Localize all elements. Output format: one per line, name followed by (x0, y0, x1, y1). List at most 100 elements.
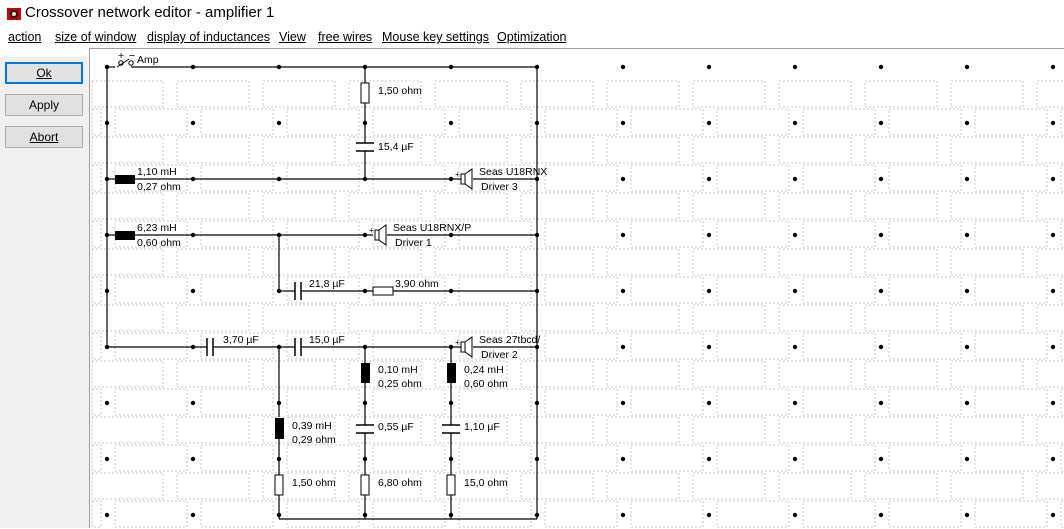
grid-dot[interactable] (620, 64, 626, 70)
grid-cell (974, 388, 1048, 416)
menu-optimization[interactable]: Optimization (497, 30, 566, 44)
abort-button[interactable]: Abort (5, 126, 83, 148)
grid-dot[interactable] (792, 232, 798, 238)
grid-dot[interactable] (1050, 120, 1056, 126)
grid-dot[interactable] (706, 64, 712, 70)
inductor-l3[interactable]: 0,10 mH 0,25 ohm (361, 363, 422, 390)
resistor-r3[interactable]: 1,50 ohm (274, 474, 336, 496)
capacitor-c4[interactable]: 15,0 µF (294, 334, 345, 356)
grid-dot[interactable] (1050, 288, 1056, 294)
grid-dot[interactable] (1050, 64, 1056, 70)
grid-dot[interactable] (104, 456, 110, 462)
l4-resistance: 0,60 ohm (464, 378, 508, 390)
grid-dot[interactable] (792, 120, 798, 126)
grid-dot[interactable] (104, 400, 110, 406)
capacitor-c3[interactable]: 3,70 µF (206, 334, 259, 356)
grid-dot[interactable] (964, 400, 970, 406)
grid-cell (950, 192, 1024, 220)
grid-dot[interactable] (964, 176, 970, 182)
grid-dot[interactable] (792, 456, 798, 462)
grid-dot[interactable] (706, 176, 712, 182)
grid-dot[interactable] (792, 344, 798, 350)
l3-value: 0,10 mH (378, 364, 418, 376)
grid-dot[interactable] (706, 344, 712, 350)
grid-dot[interactable] (964, 120, 970, 126)
grid-dot[interactable] (706, 232, 712, 238)
grid-dot[interactable] (878, 288, 884, 294)
grid-dot[interactable] (1050, 400, 1056, 406)
resistor-r2[interactable]: 3,90 ohm (372, 278, 439, 296)
grid-dot[interactable] (620, 288, 626, 294)
grid-dot[interactable] (878, 64, 884, 70)
grid-dot[interactable] (1050, 512, 1056, 518)
grid-dot[interactable] (792, 512, 798, 518)
grid-dot[interactable] (964, 232, 970, 238)
grid-cell (888, 500, 962, 528)
apply-button-label: Apply (28, 98, 60, 112)
grid-dot[interactable] (706, 288, 712, 294)
capacitor-c2[interactable]: 21,8 µF (294, 278, 345, 300)
grid-dot[interactable] (706, 120, 712, 126)
grid-dot[interactable] (190, 120, 196, 126)
grid-dot[interactable] (190, 288, 196, 294)
grid-dot[interactable] (190, 400, 196, 406)
grid-dot[interactable] (964, 344, 970, 350)
grid-cell (888, 220, 962, 248)
grid-cell (888, 388, 962, 416)
grid-dot[interactable] (620, 344, 626, 350)
grid-dot[interactable] (448, 120, 454, 126)
circuit-diagram[interactable]: + − Amp 1,50 ohm 15,4 µF 1,10 mH 0,27 oh… (90, 49, 1064, 529)
inductor-l5[interactable]: 0,39 mH 0,29 ohm (275, 418, 336, 446)
grid-dot[interactable] (964, 456, 970, 462)
grid-dot[interactable] (104, 512, 110, 518)
grid-dot[interactable] (190, 512, 196, 518)
grid-cell (458, 108, 532, 136)
grid-dot[interactable] (1050, 232, 1056, 238)
grid-dot[interactable] (1050, 176, 1056, 182)
apply-button[interactable]: Apply (5, 94, 83, 116)
grid-dot[interactable] (706, 512, 712, 518)
grid-dot[interactable] (878, 456, 884, 462)
capacitor-c1[interactable]: 15,4 µF (356, 141, 414, 153)
grid-cell (778, 360, 852, 388)
grid-dot[interactable] (620, 120, 626, 126)
grid-dot[interactable] (792, 288, 798, 294)
grid-dot[interactable] (1050, 456, 1056, 462)
grid-dot[interactable] (792, 176, 798, 182)
grid-cell (458, 388, 532, 416)
grid-dot[interactable] (706, 400, 712, 406)
grid-dot[interactable] (276, 120, 282, 126)
grid-dot[interactable] (620, 512, 626, 518)
grid-dot[interactable] (878, 176, 884, 182)
grid-dot[interactable] (878, 232, 884, 238)
menu-mouse-key-settings[interactable]: Mouse key settings (382, 30, 489, 44)
menu-action[interactable]: action (8, 30, 41, 44)
resistor-r1[interactable]: 1,50 ohm (360, 82, 422, 104)
menu-display-of-inductances[interactable]: display of inductances (147, 30, 270, 44)
menu-view[interactable]: View (279, 30, 306, 44)
grid-dot[interactable] (878, 400, 884, 406)
grid-dot[interactable] (620, 232, 626, 238)
grid-dot[interactable] (792, 64, 798, 70)
grid-dot[interactable] (620, 176, 626, 182)
circuit-canvas[interactable]: + − Amp 1,50 ohm 15,4 µF 1,10 mH 0,27 oh… (89, 48, 1064, 528)
grid-dot[interactable] (878, 512, 884, 518)
menu-size-of-window[interactable]: size of window (55, 30, 136, 44)
grid-dot[interactable] (878, 120, 884, 126)
inductor-l4[interactable]: 0,24 mH 0,60 ohm (447, 363, 508, 390)
grid-dot[interactable] (964, 512, 970, 518)
resistor-r4[interactable]: 6,80 ohm (360, 474, 422, 496)
grid-dot[interactable] (1050, 344, 1056, 350)
menu-free-wires[interactable]: free wires (318, 30, 372, 44)
grid-dot[interactable] (190, 456, 196, 462)
grid-dot[interactable] (964, 64, 970, 70)
grid-dot[interactable] (878, 344, 884, 350)
resistor-r5[interactable]: 15,0 ohm (446, 474, 508, 496)
grid-dot[interactable] (620, 456, 626, 462)
amp-terminal[interactable]: + − Amp (116, 50, 159, 68)
ok-button[interactable]: Ok (5, 62, 83, 84)
grid-dot[interactable] (792, 400, 798, 406)
grid-dot[interactable] (706, 456, 712, 462)
grid-dot[interactable] (964, 288, 970, 294)
grid-dot[interactable] (620, 400, 626, 406)
